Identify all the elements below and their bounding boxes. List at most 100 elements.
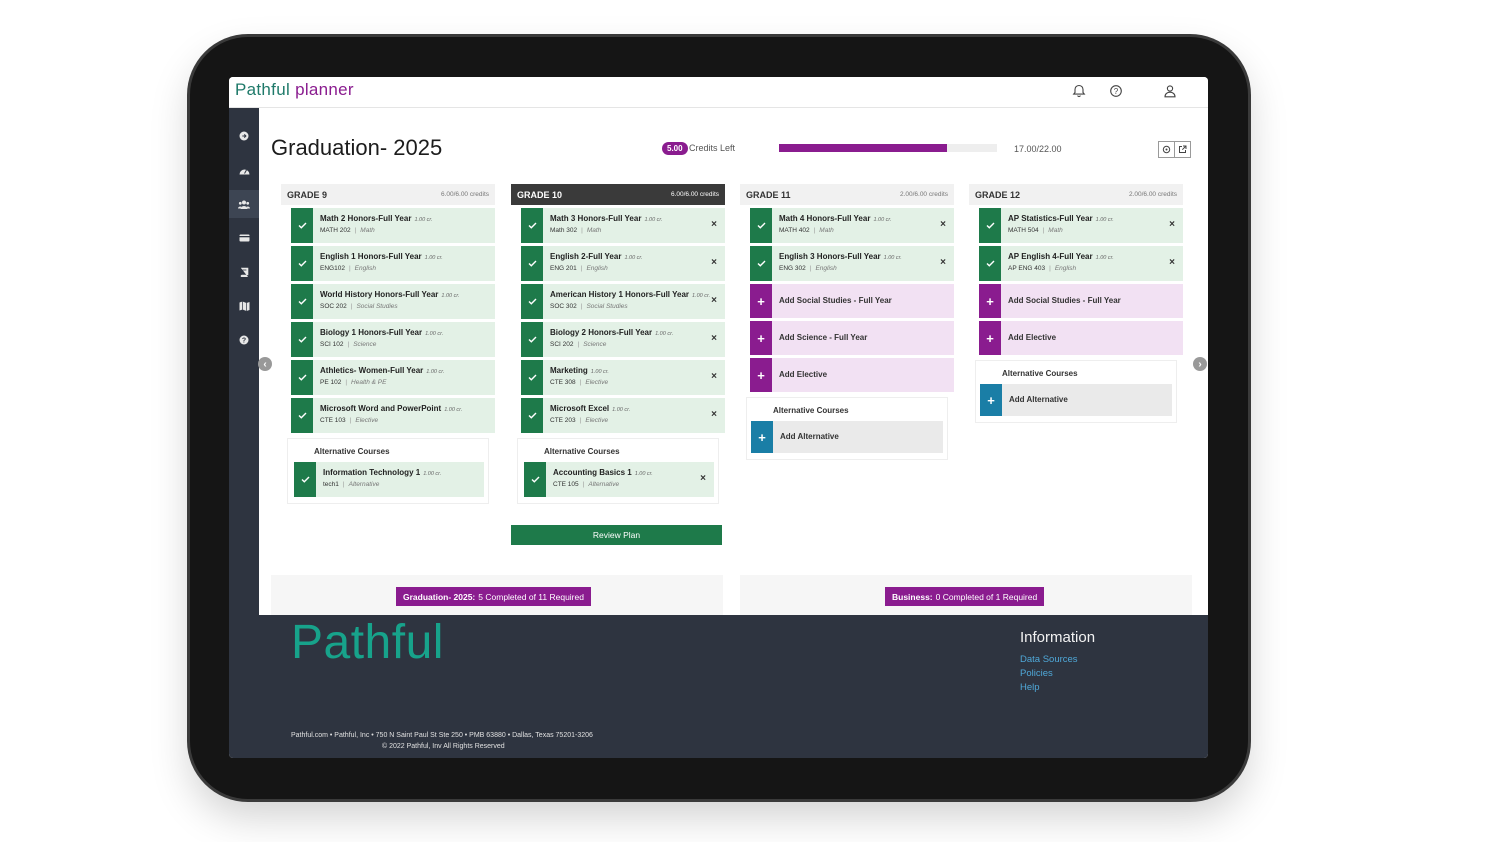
bell-icon[interactable] [1072,84,1086,98]
sidebar-arrow-icon[interactable] [229,122,259,150]
check-icon [521,246,543,281]
sidebar-dashboard-icon[interactable] [229,156,259,184]
course-subject: Math [586,227,602,234]
course-card-math-402[interactable]: Math 4 Honors-Full Year 1.00 cr. MATH 402 |… [750,208,954,243]
grade-9-column: GRADE 9 6.00/6.00 credits Math 2 Honors-… [281,184,495,504]
remove-course-icon[interactable]: × [711,333,717,344]
course-code: CTE 308 [550,379,576,386]
course-card-ap-eng-403[interactable]: AP English 4-Full Year 1.00 cr. AP ENG 403… [979,246,1183,281]
course-meta: PE 102 | Health & PE [320,379,386,386]
course-meta: SCI 202 | Science [550,341,606,348]
remove-course-icon[interactable]: × [711,295,717,306]
course-meta: ENG 302 | English [779,265,837,272]
review-plan-button[interactable]: Review Plan [511,525,722,545]
course-card-pe-102[interactable]: Athletics- Women-Full Year 1.00 cr. PE 102… [291,360,495,395]
course-card-sci-202[interactable]: Biology 2 Honors-Full Year 1.00 cr. SCI 20… [521,322,725,357]
grade-credits: 6.00/6.00 credits [670,191,719,198]
business-requirement-badge[interactable]: Business: 0 Completed of 1 Required [885,587,1045,606]
course-card-math-202[interactable]: Math 2 Honors-Full Year 1.00 cr. MATH 202 |… [291,208,495,243]
course-card-alternative-cte-105[interactable]: Accounting Basics 1 1.00 cr. CTE 105 | Alter… [524,462,714,497]
grade-name: GRADE 10 [517,189,563,200]
course-name: AP Statistics-Full Year [1008,214,1093,223]
sidebar-help-icon[interactable]: ? [229,326,259,354]
remove-course-icon[interactable]: × [711,409,717,420]
course-credit: 1.00 cr. [590,369,609,375]
remove-course-icon[interactable]: × [711,219,717,230]
add-course-button-add-elective[interactable]: + Add Elective [750,358,954,392]
add-alternative-button[interactable]: + Add Alternative [980,384,1172,416]
sidebar-map-icon[interactable] [229,292,259,320]
add-course-button-add-elective[interactable]: + Add Elective [979,321,1183,355]
course-card-alternative-tech1[interactable]: Information Technology 1 1.00 cr. tech1 | Al… [294,462,484,497]
remove-course-icon[interactable]: × [711,371,717,382]
course-code: SOC 302 [550,303,577,310]
user-icon[interactable] [1163,84,1177,98]
course-name: Math 4 Honors-Full Year [779,214,871,223]
help-icon[interactable]: ? [1109,84,1123,98]
plus-icon: + [979,321,1001,355]
separator: | [1042,227,1045,234]
sidebar-book-icon[interactable] [229,258,259,286]
course-card-cte-103[interactable]: Microsoft Word and PowerPoint 1.00 cr. CTE… [291,398,495,433]
add-course-button-add-science-full-year[interactable]: + Add Science - Full Year [750,321,954,355]
alternative-courses-box: Alternative Courses + Add Alternative [975,360,1177,423]
course-card-cte-308[interactable]: Marketing 1.00 cr. CTE 308 | Elective × [521,360,725,395]
plus-icon: + [750,321,772,355]
check-icon [291,360,313,395]
course-meta: CTE 105 | Alternative [553,481,619,488]
course-subject: Math [819,227,834,234]
footer-link-help[interactable]: Help [1020,682,1040,693]
course-card-math-504[interactable]: AP Statistics-Full Year 1.00 cr. MATH 504 |… [979,208,1183,243]
course-card-eng-201[interactable]: English 2-Full Year 1.00 cr. ENG 201 | Engli… [521,246,725,281]
add-course-button-add-social-studies-full-year[interactable]: + Add Social Studies - Full Year [979,284,1183,318]
settings-button[interactable] [1158,141,1175,158]
remove-course-icon[interactable]: × [711,257,717,268]
graduation-requirement-badge[interactable]: Graduation- 2025: 5 Completed of 11 Requi… [396,587,591,606]
course-name: Marketing [550,366,588,375]
course-name: English 3 Honors-Full Year [779,252,881,261]
course-card-math-302[interactable]: Math 3 Honors-Full Year 1.00 cr. Math 302 |… [521,208,725,243]
grade-credits: 6.00/6.00 credits [440,191,489,198]
course-card-eng-302[interactable]: English 3 Honors-Full Year 1.00 cr. ENG 30… [750,246,954,281]
check-icon [524,462,546,497]
course-credit: 1.00 cr. [624,255,643,261]
course-card-sci-102[interactable]: Biology 1 Honors-Full Year 1.00 cr. SCI 10… [291,322,495,357]
sidebar-card-icon[interactable] [229,224,259,252]
pathful-planner-logo[interactable]: Pathful planner [235,80,354,100]
footer-link-policies[interactable]: Policies [1020,668,1053,679]
sidebar-users-icon[interactable] [229,190,259,218]
remove-course-icon[interactable]: × [1169,219,1175,230]
footer-link-data-sources[interactable]: Data Sources [1020,654,1078,665]
course-card-cte-203[interactable]: Microsoft Excel 1.00 cr. CTE 203 | Elective × [521,398,725,433]
add-course-label: Add Elective [779,370,828,379]
export-button[interactable] [1174,141,1191,158]
course-title: Math 3 Honors-Full Year 1.00 cr. [550,214,663,223]
course-code: ENG 302 [779,265,806,272]
remove-course-icon[interactable]: × [700,473,706,484]
remove-course-icon[interactable]: × [940,257,946,268]
remove-course-icon[interactable]: × [940,219,946,230]
course-title: Athletics- Women-Full Year 1.00 cr. [320,366,444,375]
course-title: AP English 4-Full Year 1.00 cr. [1008,252,1114,261]
course-title: World History Honors-Full Year 1.00 cr. [320,290,460,299]
prev-arrow-icon[interactable]: ‹ [258,357,272,371]
next-arrow-icon[interactable]: › [1193,357,1207,371]
remove-course-icon[interactable]: × [1169,257,1175,268]
add-alternative-button[interactable]: + Add Alternative [751,421,943,453]
course-title: Biology 1 Honors-Full Year 1.00 cr. [320,328,443,337]
check-icon [521,284,543,319]
course-title: American History 1 Honors-Full Year 1.00 … [550,290,710,299]
course-card-eng102[interactable]: English 1 Honors-Full Year 1.00 cr. ENG102… [291,246,495,281]
grade-name: GRADE 11 [746,189,791,200]
grade-header: GRADE 11 2.00/6.00 credits [740,184,954,205]
course-subject: Elective [355,417,379,424]
course-credit: 1.00 cr. [644,217,663,223]
check-icon [291,208,313,243]
alternative-courses-title: Alternative Courses [544,447,620,456]
footer-info-title: Information [1020,629,1096,646]
course-credit: 1.00 cr. [426,369,445,375]
course-name: Biology 1 Honors-Full Year [320,328,423,337]
course-card-soc-302[interactable]: American History 1 Honors-Full Year 1.00 … [521,284,725,319]
course-card-soc-202[interactable]: World History Honors-Full Year 1.00 cr. SO… [291,284,495,319]
add-course-button-add-social-studies-full-year[interactable]: + Add Social Studies - Full Year [750,284,954,318]
